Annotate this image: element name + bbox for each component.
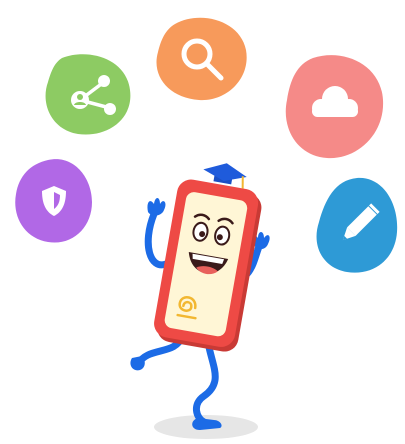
illustration — [0, 0, 405, 444]
search-blob — [155, 16, 249, 102]
share-blob-shape — [45, 54, 131, 135]
phone-mascot-figure — [130, 163, 270, 439]
search-blob-shape — [156, 17, 247, 101]
shield-blob — [14, 156, 94, 246]
cloud-blob-shape — [285, 55, 384, 159]
phone-mascot — [120, 160, 290, 444]
pencil-blob — [313, 174, 399, 276]
legs — [134, 332, 219, 426]
shield-blob-shape — [15, 159, 92, 243]
share-blob — [44, 52, 132, 138]
cloud-blob — [283, 52, 385, 162]
phone-body — [154, 163, 262, 352]
pencil-blob-shape — [316, 177, 398, 273]
